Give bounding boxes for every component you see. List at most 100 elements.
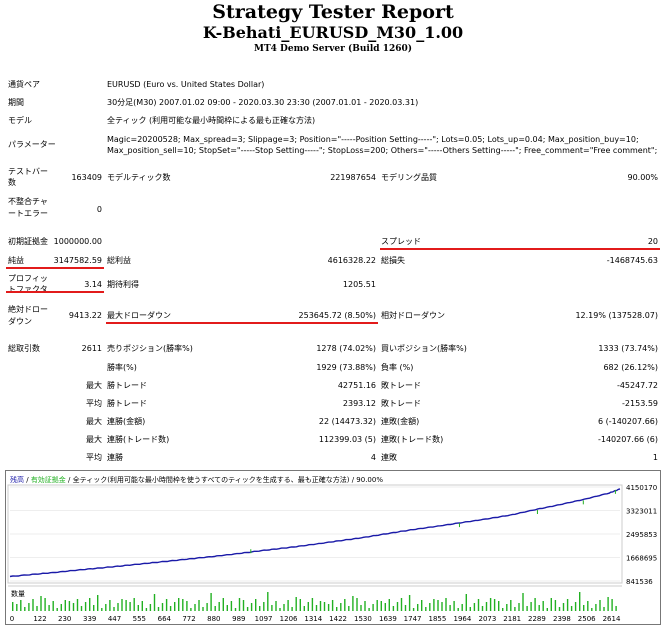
volume-bar <box>607 597 609 611</box>
avg-cons-loss-label: 連敗 <box>381 453 397 462</box>
volume-bar <box>603 607 605 611</box>
win-rate-label: 勝率(%) <box>107 363 137 372</box>
abs-dd-label-1: 絶対ドロー <box>8 305 48 314</box>
volume-bar <box>372 604 374 611</box>
max-cons-lossamt-value: -140207.66 (6) <box>597 435 658 444</box>
y-tick-label: 841536 <box>626 578 653 586</box>
y-tick-label: 1668695 <box>626 555 657 563</box>
x-tick-label: 1747 <box>404 615 422 623</box>
balance-chart-svg: 残高 / 有効証拠金 / 全ティック(利用可能な最小時間枠を使うすべてのティック… <box>7 475 657 623</box>
volume-bar <box>113 607 115 611</box>
volume-bar <box>210 593 212 611</box>
y-tick-label: 4150170 <box>626 484 657 492</box>
volume-bar <box>101 608 103 611</box>
x-tick-label: 1964 <box>453 615 471 623</box>
symbol-value: EURUSD (Euro vs. United States Dollar) <box>107 80 265 89</box>
volume-bar <box>392 606 395 611</box>
volume-bar <box>20 600 22 611</box>
volume-bar <box>538 605 540 611</box>
volume-bar <box>356 598 358 611</box>
volume-bar <box>445 598 447 611</box>
report-title: Strategy Tester Report <box>212 1 454 23</box>
volume-bar <box>52 601 54 611</box>
volume-bar <box>202 607 204 611</box>
avg-cons-loss-value: 1 <box>652 453 658 462</box>
volume-bar <box>80 606 83 611</box>
max-cons-loss-value: 6 (-140207.66) <box>597 417 658 426</box>
volume-bar <box>40 596 42 611</box>
deposit-value: 1000000.00 <box>53 237 102 246</box>
x-tick-label: 0 <box>10 615 14 623</box>
volume-bar <box>246 607 249 611</box>
volume-bar <box>44 598 46 611</box>
max-cons-win-label: 連勝(金額) <box>107 417 146 426</box>
spread-label: スプレッド <box>381 237 421 246</box>
volume-bar <box>453 601 455 611</box>
max-cons-profit-label: 連勝(トレード数) <box>107 435 170 444</box>
y-ticks: 4150170 3323011 2495853 1668695 841536 <box>626 484 657 586</box>
avg-cons-win-value: 4 <box>370 453 376 462</box>
deposit-label: 初期証拠金 <box>8 237 48 246</box>
x-tick-label: 1855 <box>428 615 446 623</box>
volume-bar <box>105 604 107 611</box>
max-cons-label: 最大 <box>86 417 102 426</box>
max-cons-win-value: 22 (14473.32) <box>318 417 376 426</box>
x-tick-label: 989 <box>232 615 245 623</box>
average-label: 平均 <box>86 399 102 408</box>
volume-bar <box>303 606 305 611</box>
total-trades-value: 2611 <box>81 344 102 353</box>
volume-bar <box>198 600 200 611</box>
volume-bar <box>574 602 577 611</box>
x-tick-label: 1530 <box>354 615 372 623</box>
volume-bar <box>93 605 95 611</box>
volume-bar <box>242 600 245 611</box>
volume-bar <box>417 604 419 611</box>
volume-bar <box>506 604 508 611</box>
volume-bar <box>226 605 228 611</box>
ticks-value: 221987654 <box>330 173 376 182</box>
rel-dd-value: 12.19% (137528.07) <box>575 311 658 320</box>
volume-bar <box>376 600 378 611</box>
params-line-1: Magic=20200528; Max_spread=3; Slippage=3… <box>107 135 639 144</box>
volume-bar <box>615 606 617 611</box>
total-trades-label: 総取引数 <box>8 344 40 353</box>
volume-bar <box>315 605 318 611</box>
volume-bar <box>396 602 399 611</box>
volume-bar <box>263 602 265 611</box>
volume-bars <box>12 592 617 611</box>
volume-bar <box>24 607 26 611</box>
volume-bar <box>36 606 38 611</box>
volume-bar <box>550 598 552 611</box>
ticks-label: モデルティック数 <box>107 173 171 182</box>
abs-dd-value: 9413.22 <box>68 311 102 320</box>
loss-rate-value: 682 (26.12%) <box>603 363 658 372</box>
volume-bar <box>400 598 403 611</box>
max-dd-label: 最大ドローダウン <box>107 311 171 320</box>
volume-bar <box>214 606 216 611</box>
x-tick-label: 2614 <box>603 615 621 623</box>
volume-bar <box>449 605 451 611</box>
rel-dd-label: 相対ドローダウン <box>381 311 445 320</box>
volume-bar <box>206 603 208 611</box>
volume-bar <box>461 604 463 611</box>
expected-payoff-label: 期待利得 <box>107 280 139 289</box>
win-rate-value: 1929 (73.88%) <box>316 363 376 372</box>
volume-bar <box>109 600 111 611</box>
volume-bar <box>534 598 536 611</box>
bars-value: 163409 <box>71 173 102 182</box>
volume-bar <box>599 600 601 611</box>
volume-bar <box>340 603 342 611</box>
gross-profit-label: 総利益 <box>107 256 131 265</box>
x-tick-label: 122 <box>33 615 46 623</box>
volume-bar <box>230 601 233 611</box>
avg-loss-value: -2153.59 <box>622 399 658 408</box>
volume-bar <box>299 599 301 611</box>
model-label: モデル <box>8 116 32 125</box>
volume-bar <box>68 601 71 611</box>
quality-value: 90.00% <box>627 173 658 182</box>
volume-bar <box>145 608 148 611</box>
max-dd-underline <box>106 322 378 324</box>
volume-bar <box>275 601 277 611</box>
params-label: パラメーター <box>8 140 56 149</box>
volume-bar <box>360 605 362 611</box>
